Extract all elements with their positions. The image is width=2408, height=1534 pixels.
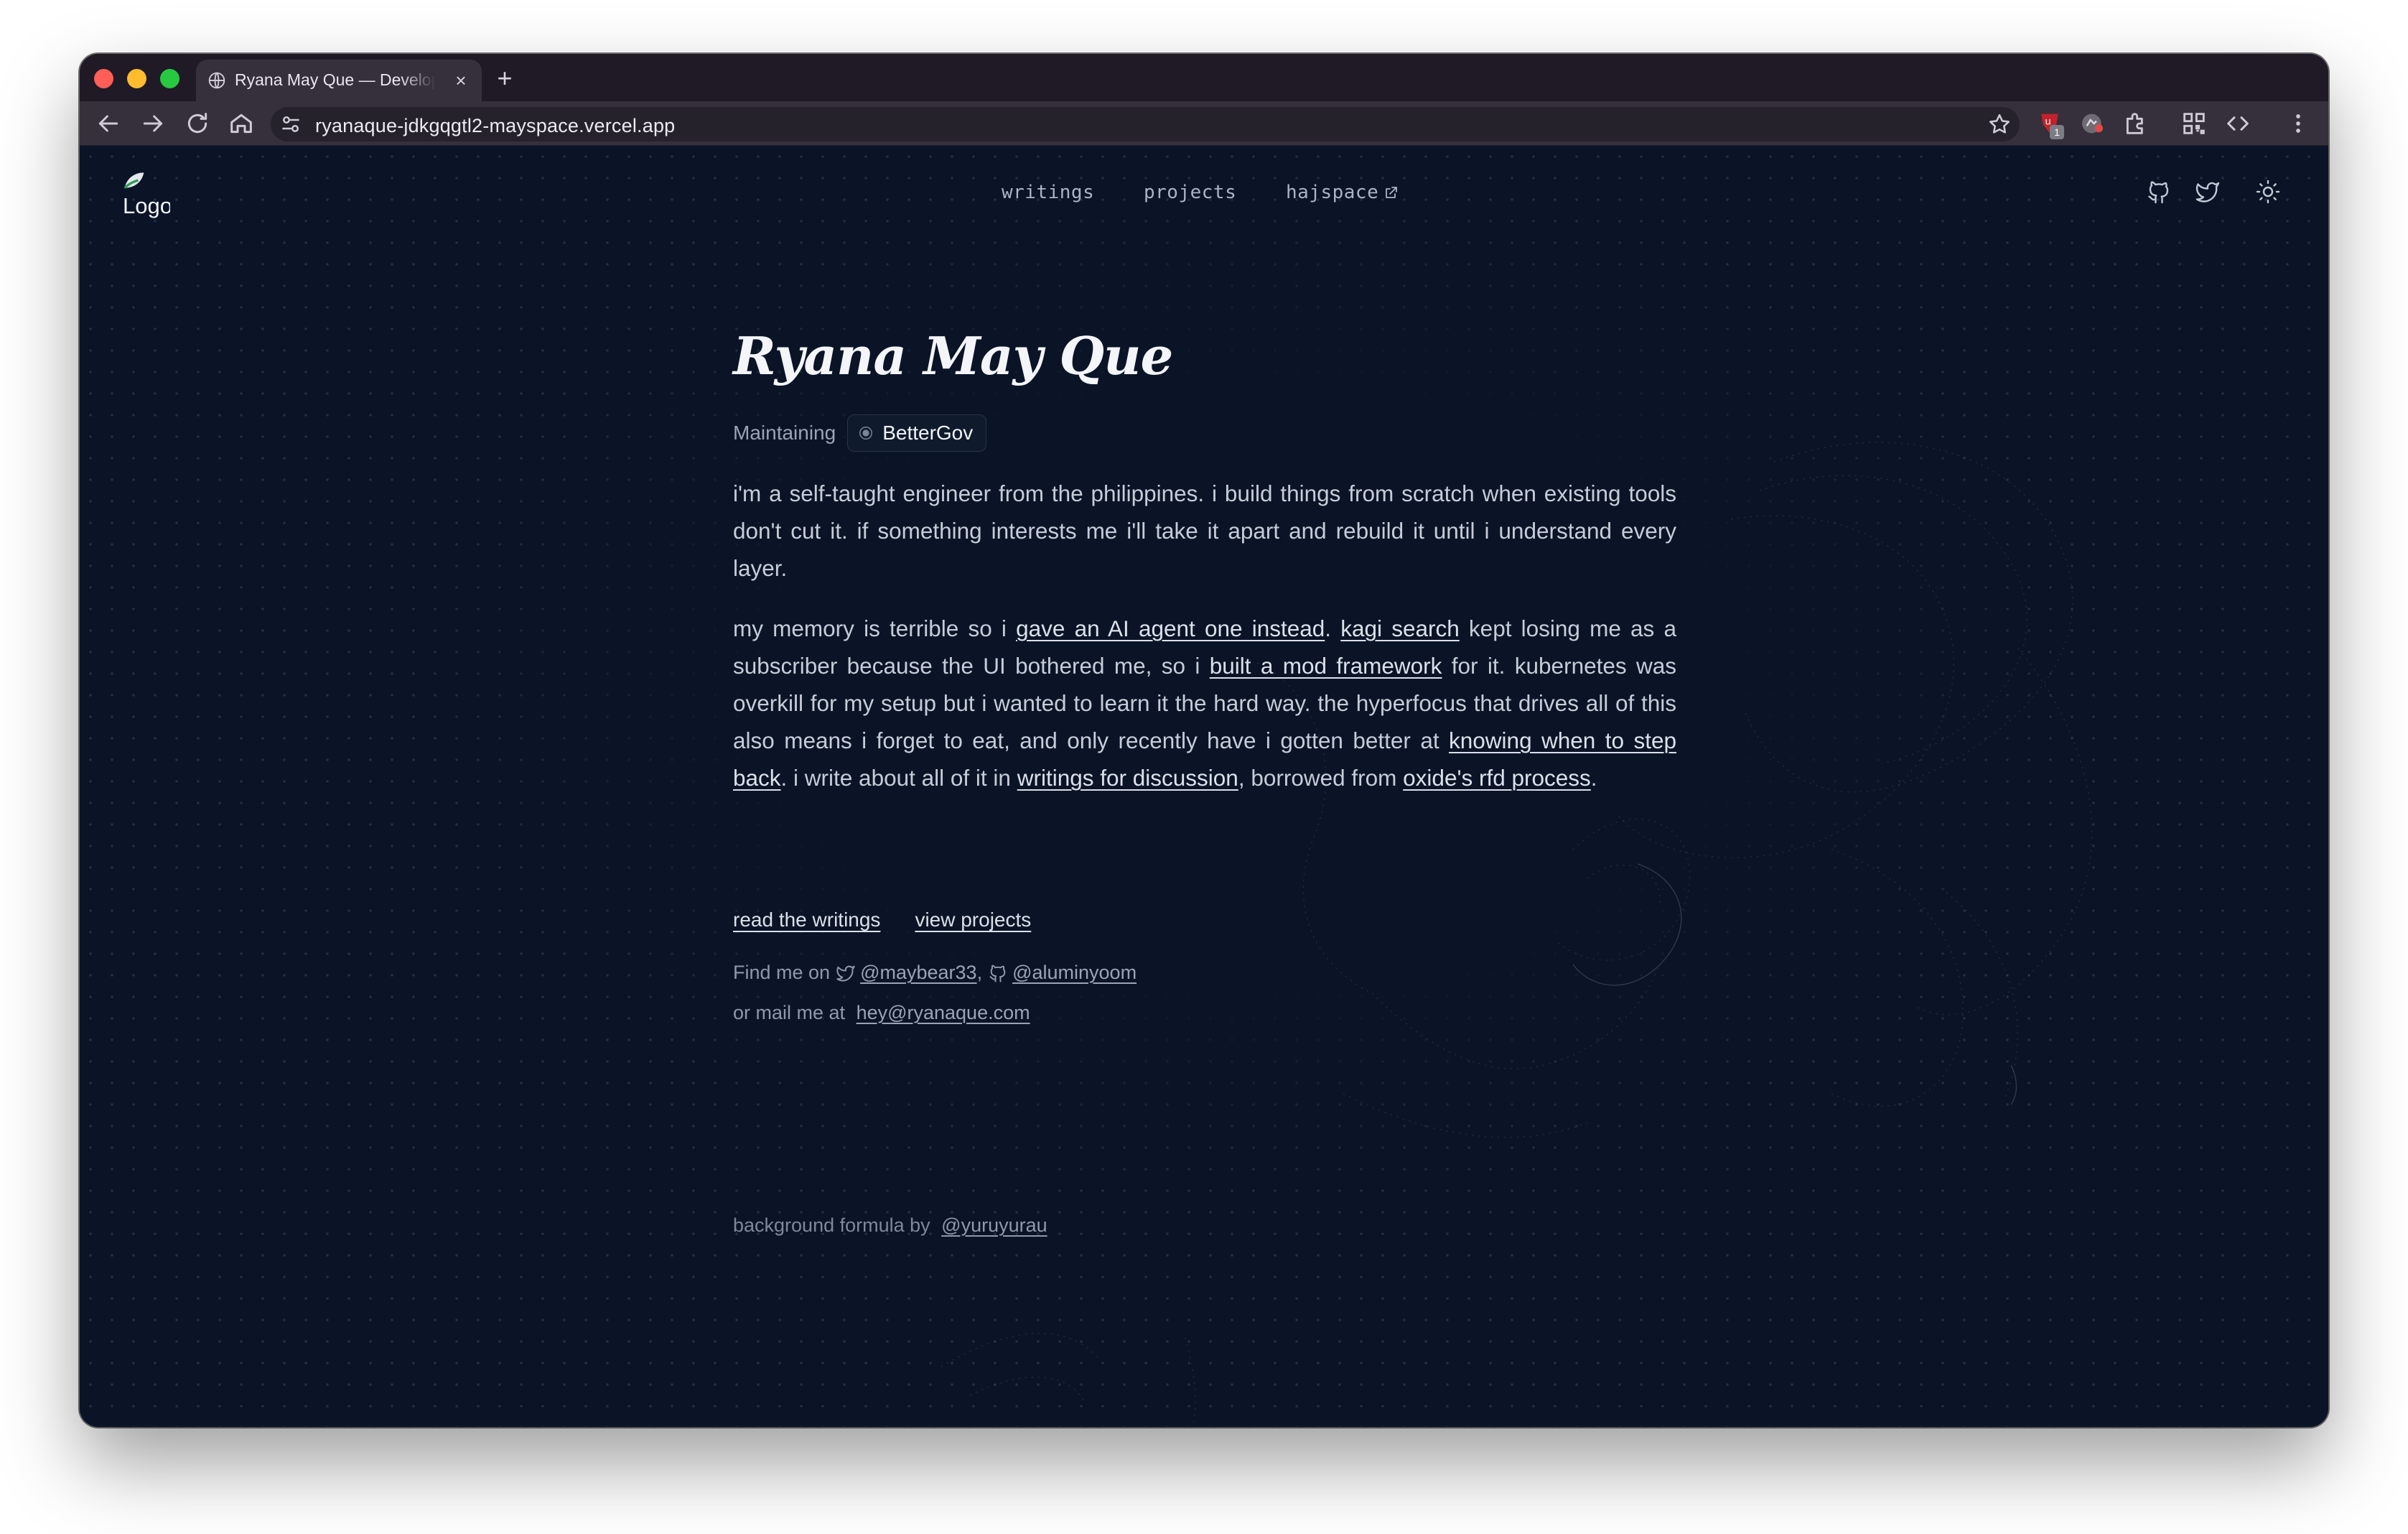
sun-icon[interactable] xyxy=(2255,179,2281,205)
read-writings-link[interactable]: read the writings xyxy=(733,908,880,931)
bio-text: , borrowed from xyxy=(1238,765,1404,791)
broken-image-icon xyxy=(123,172,144,189)
star-icon[interactable] xyxy=(1987,111,2012,137)
extension-badge: 1 xyxy=(2050,125,2064,139)
kebab-icon[interactable] xyxy=(2284,109,2313,138)
view-projects-link[interactable]: view projects xyxy=(915,908,1031,931)
qr-icon[interactable] xyxy=(2180,109,2208,138)
link-oxide-rfd[interactable]: oxide's rfd process xyxy=(1403,765,1591,791)
profile-extension-icon[interactable] xyxy=(2078,109,2107,138)
footer-credit-link[interactable]: @yuruyurau xyxy=(941,1214,1047,1236)
maintaining-label: Maintaining xyxy=(733,422,836,444)
bio-text: . i write about all of it in xyxy=(780,765,1017,791)
site-logo[interactable]: Logo xyxy=(123,170,195,228)
twitter-icon xyxy=(836,965,855,981)
bio-paragraph-2: my memory is terrible so i gave an AI ag… xyxy=(733,610,1676,796)
link-writings-discussion[interactable]: writings for discussion xyxy=(1017,765,1238,791)
link-kagi-search[interactable]: kagi search xyxy=(1340,615,1460,641)
tab-bar: Ryana May Que — Developer × + xyxy=(80,54,2328,101)
github-icon xyxy=(989,964,1006,982)
page-title: Ryana May Que xyxy=(733,325,1173,386)
project-logo-icon xyxy=(859,427,873,440)
external-link-icon xyxy=(1386,187,1398,198)
nav-projects[interactable]: projects xyxy=(1144,182,1236,203)
home-icon[interactable] xyxy=(227,109,256,138)
github-icon[interactable] xyxy=(2146,179,2172,205)
find-me-label: Find me on xyxy=(733,962,831,983)
back-arrow-icon[interactable] xyxy=(94,109,123,138)
social-separator: , xyxy=(976,962,983,983)
project-badge[interactable]: BetterGov xyxy=(847,414,987,452)
puzzle-icon[interactable] xyxy=(2122,109,2150,138)
bio-paragraph-1: i'm a self-taught engineer from the phil… xyxy=(733,480,1676,581)
tune-icon[interactable] xyxy=(278,111,304,137)
window-close-button[interactable] xyxy=(94,69,113,88)
bio-text: my memory is terrible so i xyxy=(733,615,1017,641)
url-text[interactable]: ryanaque-jdkgqgtl2-mayspace.vercel.app xyxy=(315,115,675,137)
nav-hajspace[interactable]: hajspace xyxy=(1286,182,1400,203)
project-badge-label: BetterGov xyxy=(882,422,974,444)
mail-label: or mail me at xyxy=(733,1002,846,1023)
logo-alt-text: Logo xyxy=(123,193,170,218)
address-bar[interactable]: ryanaque-jdkgqgtl2-mayspace.vercel.app xyxy=(271,107,2020,141)
nav-writings[interactable]: writings xyxy=(1002,182,1094,203)
tab-close-icon[interactable]: × xyxy=(450,70,472,91)
twitter-icon[interactable] xyxy=(2195,179,2221,205)
twitter-handle-link[interactable]: @maybear33 xyxy=(860,962,977,984)
reload-icon[interactable] xyxy=(183,109,212,138)
github-handle-link[interactable]: @aluminyoom xyxy=(1012,962,1137,984)
bio-text: . xyxy=(1590,765,1597,791)
extension-icon[interactable]: u 1 xyxy=(2035,109,2064,139)
social-row: Find me on @maybear33 , @aluminyoom xyxy=(733,962,1137,984)
cta-row: read the writings view projects xyxy=(733,908,1031,931)
window-maximize-button[interactable] xyxy=(160,69,179,88)
page-viewport: Logo writings projects hajspace Ryana Ma… xyxy=(80,146,2328,1427)
link-ai-agent[interactable]: gave an AI agent one instead xyxy=(1016,615,1325,641)
maintaining-row: Maintaining BetterGov xyxy=(733,414,987,452)
mail-row: or mail me at hey@ryanaque.com xyxy=(733,1002,1030,1024)
globe-icon xyxy=(208,72,225,89)
email-link[interactable]: hey@ryanaque.com xyxy=(857,1002,1030,1023)
browser-window: Ryana May Que — Developer × + ryanaque-j… xyxy=(80,54,2328,1427)
active-tab[interactable]: Ryana May Que — Developer × xyxy=(196,60,482,101)
browser-toolbar: ryanaque-jdkgqgtl2-mayspace.vercel.app u… xyxy=(80,101,2328,146)
footer-label: background formula by xyxy=(733,1214,930,1236)
footer-credit: background formula by @yuruyurau xyxy=(733,1214,1047,1237)
new-tab-button[interactable]: + xyxy=(490,64,519,93)
window-minimize-button[interactable] xyxy=(127,69,146,88)
code-icon[interactable] xyxy=(2223,109,2252,138)
bio-text: . xyxy=(1325,615,1341,641)
forward-arrow-icon[interactable] xyxy=(139,109,167,138)
tab-title: Ryana May Que — Developer xyxy=(235,70,436,89)
link-mod-framework[interactable]: built a mod framework xyxy=(1210,653,1442,679)
nav-hajspace-label: hajspace xyxy=(1286,182,1379,203)
